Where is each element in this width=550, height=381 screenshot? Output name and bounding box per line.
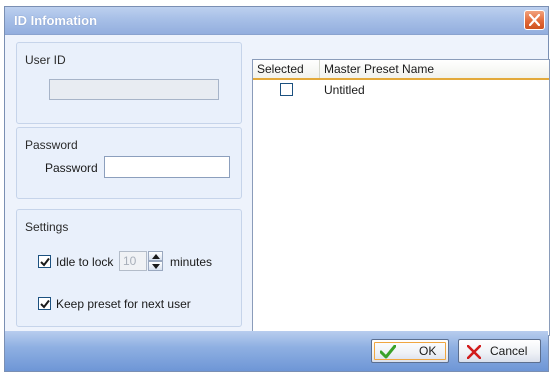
column-header-selected[interactable]: Selected	[253, 60, 320, 78]
idle-to-lock-label: Idle to lock	[56, 255, 114, 269]
id-information-dialog: ID Infomation User ID Password Password …	[4, 6, 550, 372]
arrow-down-icon	[152, 264, 160, 269]
checkmark-icon	[40, 299, 50, 309]
password-field-label: Password	[45, 161, 98, 175]
close-icon	[529, 14, 540, 26]
master-preset-list[interactable]: Selected Master Preset Name Untitled	[252, 59, 550, 336]
password-group-label: Password	[25, 138, 78, 152]
idle-minutes-value[interactable]: 10	[119, 251, 147, 271]
user-id-field[interactable]	[49, 79, 219, 100]
preset-name: Untitled	[324, 83, 365, 97]
settings-group-label: Settings	[25, 220, 69, 234]
close-button[interactable]	[524, 10, 545, 30]
column-header-master-preset-name[interactable]: Master Preset Name	[320, 60, 548, 78]
cancel-button[interactable]: Cancel	[458, 339, 541, 363]
spin-down-button[interactable]	[148, 261, 163, 271]
list-item[interactable]: Untitled	[253, 81, 549, 99]
ok-button[interactable]: OK	[371, 339, 449, 363]
ok-label: OK	[419, 344, 437, 358]
row-selected-checkbox[interactable]	[280, 83, 293, 96]
spin-up-button[interactable]	[148, 251, 163, 261]
password-input[interactable]	[105, 157, 229, 177]
list-header: Selected Master Preset Name	[253, 60, 549, 80]
user-id-input[interactable]	[50, 80, 218, 99]
cancel-x-icon	[467, 345, 481, 359]
idle-to-lock-checkbox[interactable]	[38, 255, 51, 268]
cancel-label: Cancel	[490, 344, 528, 358]
title-bar[interactable]: ID Infomation	[5, 7, 548, 35]
keep-preset-checkbox[interactable]	[38, 297, 51, 310]
password-field[interactable]	[104, 156, 230, 178]
checkmark-icon	[380, 345, 396, 359]
arrow-up-icon	[152, 254, 160, 259]
idle-minutes-unit: minutes	[170, 255, 213, 269]
dialog-footer: OK Cancel	[5, 331, 548, 371]
user-id-group-label: User ID	[25, 53, 66, 67]
idle-minutes-spinner[interactable]: 10	[119, 251, 165, 271]
window-title: ID Infomation	[14, 13, 98, 28]
checkmark-icon	[40, 257, 50, 267]
keep-preset-label: Keep preset for next user	[56, 297, 191, 311]
